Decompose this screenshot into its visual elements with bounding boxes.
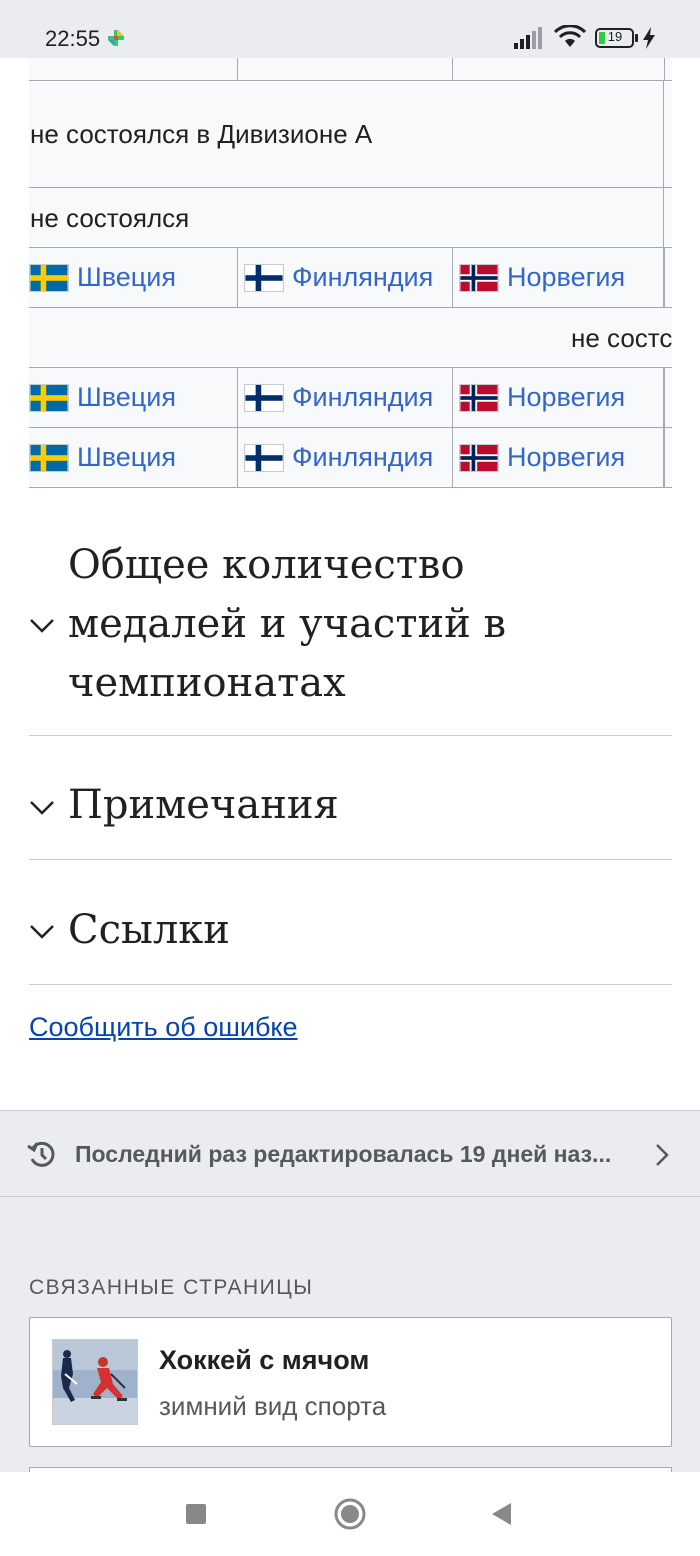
- medal-cell-gold: Швеция: [29, 248, 238, 307]
- table-cell: [238, 58, 453, 80]
- battery-level: 19: [607, 29, 623, 44]
- championships-table: не состоялся в Дивизионе А не состоялся …: [29, 58, 672, 488]
- recent-apps-button[interactable]: [178, 1496, 214, 1532]
- country-link[interactable]: Норвегия: [507, 382, 625, 413]
- table-row: не состоялся в Дивизионе А: [29, 81, 672, 188]
- table-cell: [29, 58, 238, 80]
- country-link[interactable]: Финляндия: [292, 382, 433, 413]
- country-link[interactable]: Швеция: [77, 382, 176, 413]
- norway-flag-icon: [459, 383, 499, 412]
- table-cell-text: не состс: [571, 323, 672, 353]
- chevron-right-icon: [656, 1144, 669, 1166]
- medal-cell-silver: Финляндия: [238, 248, 453, 307]
- signal-icon: [514, 27, 542, 49]
- table-cell-edge: [663, 428, 672, 487]
- finland-flag-icon: [244, 263, 284, 292]
- medal-cell-gold: Швеция: [29, 368, 238, 427]
- table-row: Швеция Финляндия Норвегия: [29, 428, 672, 488]
- country-link[interactable]: Финляндия: [292, 262, 433, 293]
- table-row: [29, 58, 672, 81]
- sweden-flag-icon: [29, 263, 69, 292]
- norway-flag-icon: [459, 443, 499, 472]
- last-edited-text: Последний раз редактировалась 19 дней на…: [75, 1141, 612, 1167]
- table-cell-text: не состоялся в Дивизионе А: [30, 119, 373, 149]
- table-row: не состс: [29, 308, 672, 368]
- system-navigation-bar: [0, 1472, 700, 1556]
- table-row: не состоялся: [29, 188, 672, 248]
- related-page-description: зимний вид спорта: [159, 1391, 387, 1421]
- chevron-down-icon: [30, 925, 54, 939]
- table-row: Швеция Финляндия Норвегия: [29, 368, 672, 428]
- chevron-down-icon: [30, 619, 54, 633]
- wifi-icon: [554, 25, 586, 47]
- history-icon: [27, 1141, 55, 1167]
- table-cell-edge: [663, 368, 672, 427]
- last-edited-bar[interactable]: Последний раз редактировалась 19 дней на…: [0, 1111, 700, 1197]
- table-cell-edge: [663, 188, 672, 247]
- sweden-flag-icon: [29, 383, 69, 412]
- country-link[interactable]: Швеция: [77, 442, 176, 473]
- table-row: Швеция Финляндия Норвегия: [29, 248, 672, 308]
- status-bar: 22:55 19: [0, 0, 700, 58]
- section-heading: Общее количество медалей и участий в чем…: [68, 542, 507, 706]
- section-heading: Ссылки: [68, 907, 230, 953]
- related-page-thumbnail: [52, 1339, 138, 1425]
- home-button[interactable]: [332, 1496, 368, 1532]
- charging-icon: [643, 27, 655, 49]
- finland-flag-icon: [244, 383, 284, 412]
- section-medal-totals[interactable]: Общее количество медалей и участий в чем…: [29, 535, 672, 736]
- back-button[interactable]: [484, 1496, 520, 1532]
- section-notes[interactable]: Примечания: [29, 736, 672, 860]
- bandy-thumbnail-image: [53, 1340, 137, 1424]
- section-heading: Примечания: [68, 782, 339, 828]
- related-pages-heading: СВЯЗАННЫЕ СТРАНИЦЫ: [29, 1276, 314, 1299]
- medal-cell-bronze: Норвегия: [453, 428, 665, 487]
- notification-icon: [108, 30, 124, 46]
- country-link[interactable]: Швеция: [77, 262, 176, 293]
- section-links[interactable]: Ссылки: [29, 860, 672, 985]
- chevron-down-icon: [30, 801, 54, 815]
- medal-cell-gold: Швеция: [29, 428, 238, 487]
- sweden-flag-icon: [29, 443, 69, 472]
- country-link[interactable]: Норвегия: [507, 262, 625, 293]
- related-page-title: Хоккей с мячом: [159, 1345, 370, 1375]
- finland-flag-icon: [244, 443, 284, 472]
- medal-cell-silver: Финляндия: [238, 428, 453, 487]
- table-cell: [453, 58, 665, 80]
- clock: 22:55: [45, 26, 101, 51]
- medal-cell-silver: Финляндия: [238, 368, 453, 427]
- table-cell-edge: [663, 248, 672, 307]
- related-page-card[interactable]: Хоккей с мячом зимний вид спорта: [29, 1317, 672, 1447]
- page-footer: Последний раз редактировалась 19 дней на…: [0, 1110, 700, 1487]
- medal-cell-bronze: Норвегия: [453, 248, 665, 307]
- table-cell-text: не состоялся: [30, 203, 190, 233]
- country-link[interactable]: Норвегия: [507, 442, 625, 473]
- table-cell-edge: [663, 81, 672, 187]
- norway-flag-icon: [459, 263, 499, 292]
- medal-cell-bronze: Норвегия: [453, 368, 665, 427]
- report-error-link[interactable]: Сообщить об ошибке: [29, 1012, 298, 1043]
- country-link[interactable]: Финляндия: [292, 442, 433, 473]
